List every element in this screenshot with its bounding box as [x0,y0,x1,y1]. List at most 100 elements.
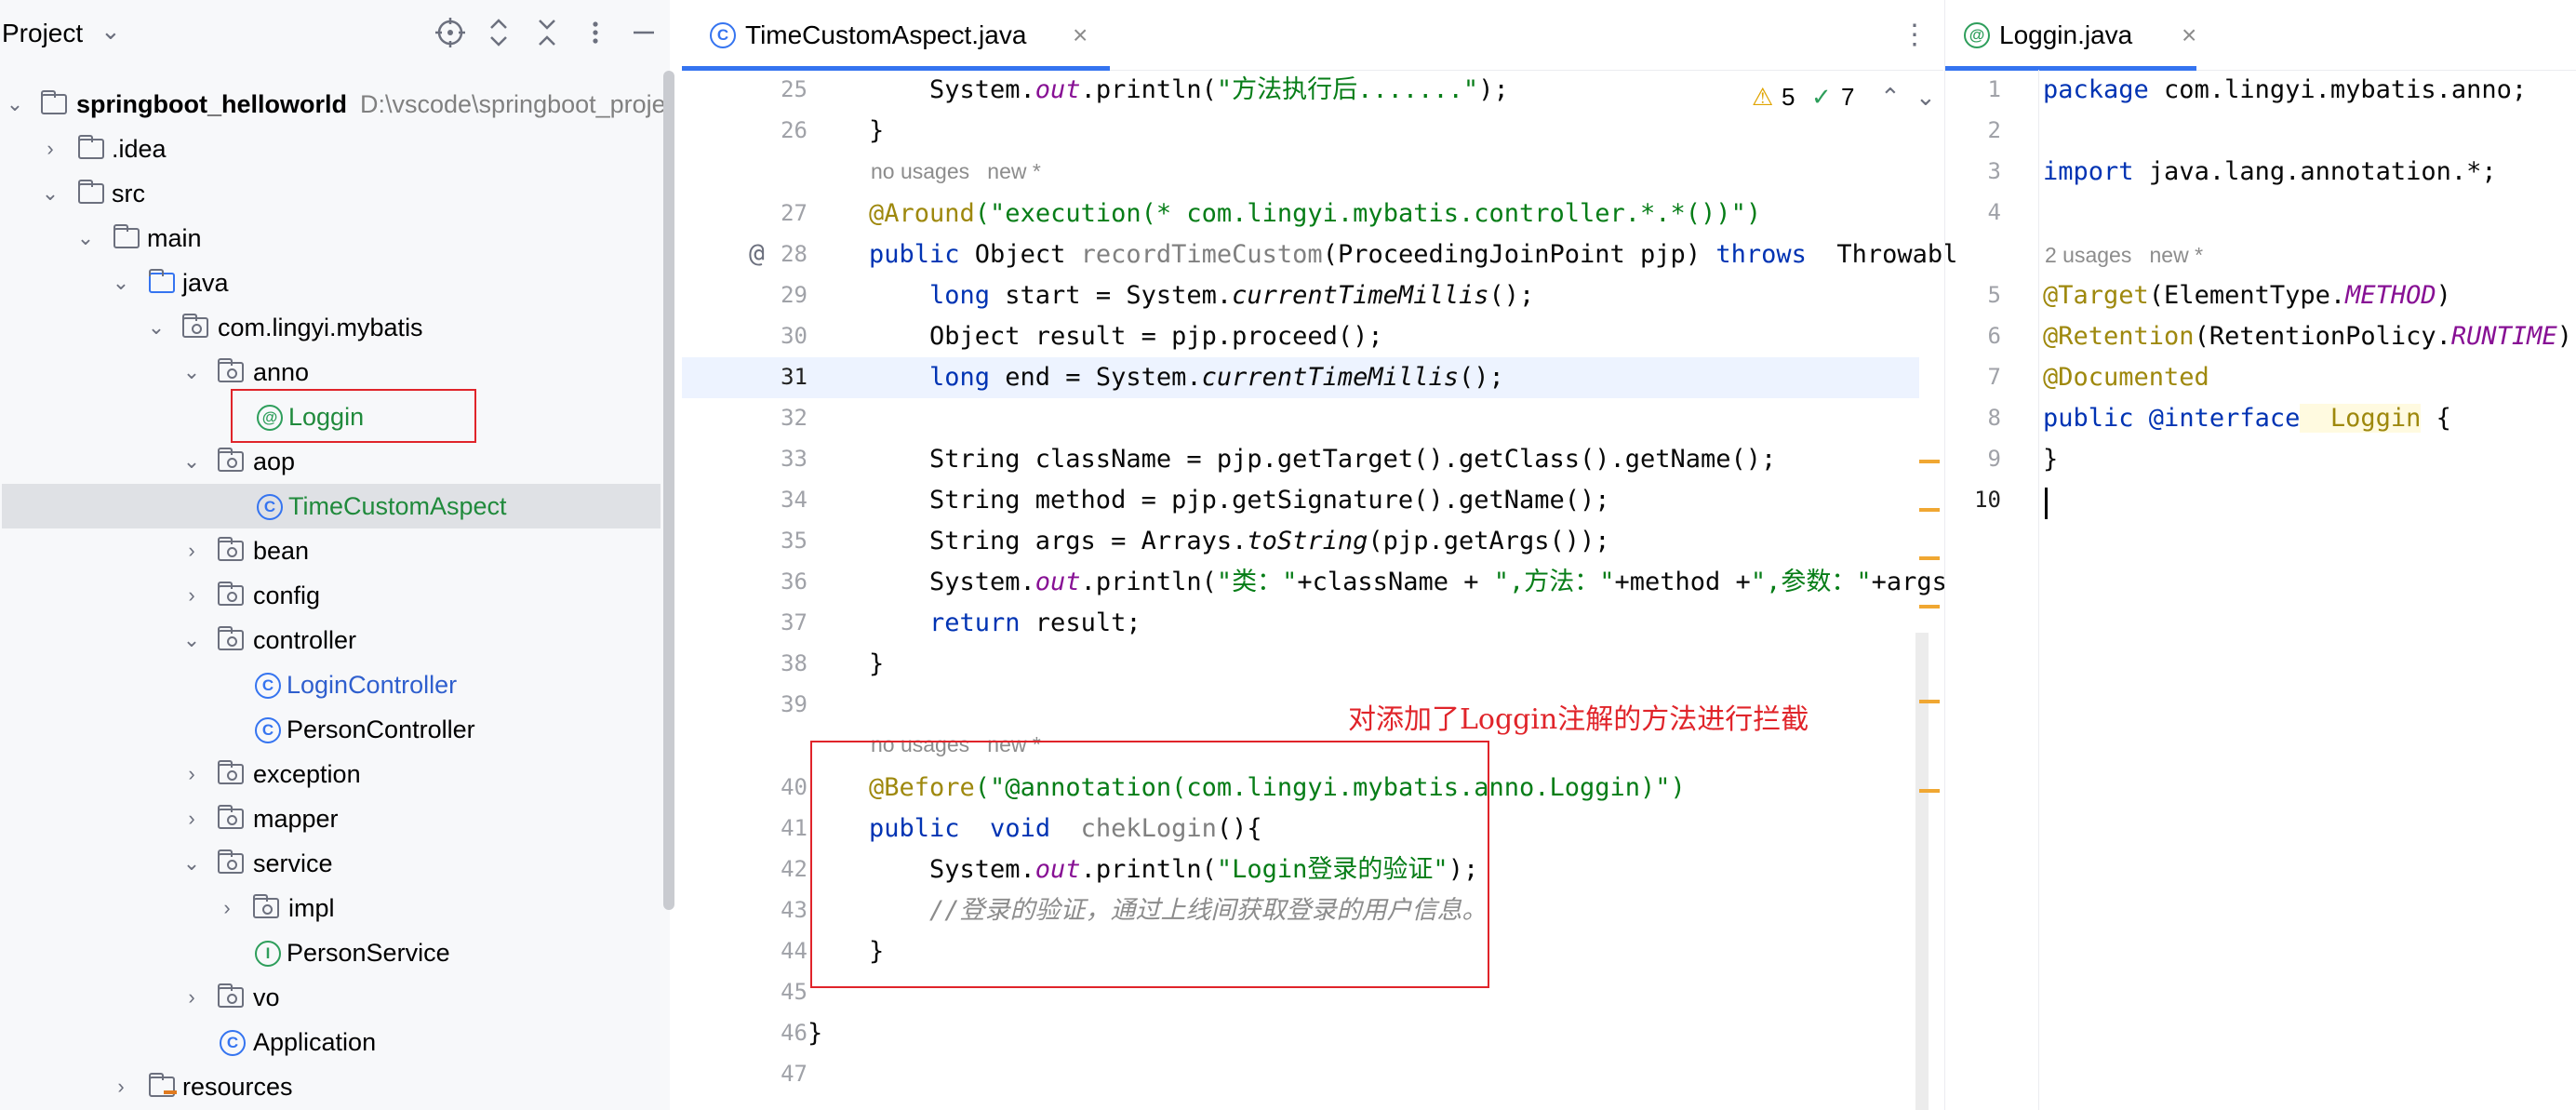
chevron-right-icon[interactable]: › [180,975,203,1020]
tree-item-resources[interactable]: › resources [0,1064,661,1109]
chevron-right-icon[interactable]: › [216,886,238,930]
tree-item-bean[interactable]: › bean [0,528,661,573]
more-icon[interactable] [579,17,612,50]
folder-icon [78,135,104,159]
chevron-down-icon[interactable]: ⌄ [39,171,61,216]
line-number: 6 [1987,323,2001,349]
tree-item-anno[interactable]: ⌄ anno [0,350,661,395]
chevron-down-icon[interactable]: ⌄ [145,305,167,350]
tree-item-label: config [253,582,321,609]
resources-marker [164,1090,177,1094]
collapse-all-icon[interactable] [530,17,564,50]
line-number: 2 [1987,117,2001,143]
line-number: 26 [781,117,808,143]
source-folder-icon [149,269,175,293]
code-line-25: System.out.println("方法执行后......."); [929,75,1509,104]
warning-marker[interactable] [1919,508,1940,512]
warning-marker[interactable] [1919,605,1940,608]
tree-item-label: exception [253,760,361,788]
next-highlight-icon[interactable]: ⌄ [1915,80,1936,114]
chevron-right-icon[interactable]: › [180,573,203,618]
package-icon [182,314,208,338]
line-number: 34 [781,487,808,513]
tree-item-label: Application [253,1028,377,1056]
tree-item-timecustomaspect[interactable]: C TimeCustomAspect [2,484,661,528]
tree-item-label: vo [253,983,280,1011]
tree-item-com-lingyi-mybatis[interactable]: ⌄ com.lingyi.mybatis [0,305,661,350]
chevron-down-icon[interactable]: ⌄ [100,17,121,46]
chevron-down-icon[interactable]: ⌄ [180,841,203,886]
line-number: 45 [781,979,808,1005]
line-number: 40 [781,774,808,800]
line-number: 32 [781,405,808,431]
chevron-right-icon[interactable]: › [180,752,203,796]
warning-marker[interactable] [1919,460,1940,463]
chevron-down-icon[interactable]: ⌄ [110,261,132,305]
tree-item-aop[interactable]: ⌄ aop [0,439,661,484]
line-number: 41 [781,815,808,841]
chevron-down-icon[interactable]: ⌄ [74,216,97,261]
line-number: 43 [781,897,808,923]
chevron-down-icon[interactable]: ⌄ [180,618,203,662]
usages-hint[interactable]: no usages new * [871,159,1041,184]
tree-item-exception[interactable]: › exception [0,752,661,796]
tree-item-java[interactable]: ⌄ java [0,261,661,305]
code-line-31: long end = System.currentTimeMillis(); [929,363,1504,392]
tree-item-mapper[interactable]: › mapper [0,796,661,841]
project-path: D:\vscode\springboot_proje [360,90,666,118]
more-icon[interactable]: ⋮ [1901,19,1929,51]
project-scrollbar[interactable] [663,71,674,910]
project-panel-header: Project ⌄ [0,0,670,70]
line-number: 8 [1987,405,2001,431]
implemented-gutter-icon[interactable]: @ [749,237,765,268]
line-number: 27 [781,200,808,226]
close-icon[interactable]: × [2182,0,2196,70]
tree-item-src[interactable]: ⌄ src [0,171,661,216]
tree-item-application[interactable]: C Application [0,1020,661,1064]
code-line-3: import java.lang.annotation.*; [2043,157,2497,186]
code-line-37: return result; [929,608,1141,637]
tree-item-personcontroller[interactable]: C PersonController [0,707,661,752]
editor1-scrollbar[interactable] [1915,633,1929,1110]
tree-item-idea[interactable]: › .idea [0,127,661,171]
tree-item-label: impl [288,894,335,922]
line-number: 36 [781,568,808,595]
tree-item-label: bean [253,537,310,565]
chevron-right-icon[interactable]: › [180,528,203,573]
chevron-down-icon[interactable]: ⌄ [180,350,203,395]
class-icon: C [220,1030,246,1056]
chevron-down-icon[interactable]: ⌄ [4,82,26,127]
tab-loggin[interactable]: @ Loggin.java × [1964,0,2243,70]
tab-timecustomaspect[interactable]: C TimeCustomAspect.java × [710,0,1110,70]
tree-item-personservice[interactable]: I PersonService [0,930,661,975]
code-line-5: @Target(ElementType.METHOD) [2043,281,2451,310]
chevron-right-icon[interactable]: › [39,127,61,171]
tree-item-label: TimeCustomAspect [288,492,507,520]
tree-item-main[interactable]: ⌄ main [0,216,661,261]
tree-item-vo[interactable]: › vo [0,975,661,1020]
minimize-icon[interactable] [627,17,661,50]
line-number: 33 [781,446,808,472]
previous-highlight-icon[interactable]: ⌃ [1880,80,1901,114]
chevron-down-icon[interactable]: ⌄ [180,439,203,484]
project-panel-title[interactable]: Project [2,19,83,48]
chevron-right-icon[interactable]: › [180,796,203,841]
tree-item-logincontroller[interactable]: C LoginController [0,662,661,707]
tree-item-controller[interactable]: ⌄ controller [0,618,661,662]
package-icon [218,983,244,1008]
warning-marker[interactable] [1919,789,1940,793]
tree-item-springboot-helloworld[interactable]: ⌄ springboot_helloworld D:\vscode\spring… [0,82,666,127]
warning-marker[interactable] [1919,700,1940,703]
code-line-29: long start = System.currentTimeMillis(); [929,281,1535,310]
expand-all-icon[interactable] [482,17,515,50]
close-icon[interactable]: × [1073,0,1088,70]
folder-icon [113,224,140,248]
usages-hint[interactable]: 2 usages new * [2045,243,2203,268]
tree-item-impl[interactable]: › impl [0,886,661,930]
warning-marker[interactable] [1919,556,1940,560]
target-icon[interactable] [434,17,467,50]
chevron-right-icon[interactable]: › [110,1064,132,1109]
tree-item-config[interactable]: › config [0,573,661,618]
tree-item-service[interactable]: ⌄ service [0,841,661,886]
package-icon [218,358,244,382]
